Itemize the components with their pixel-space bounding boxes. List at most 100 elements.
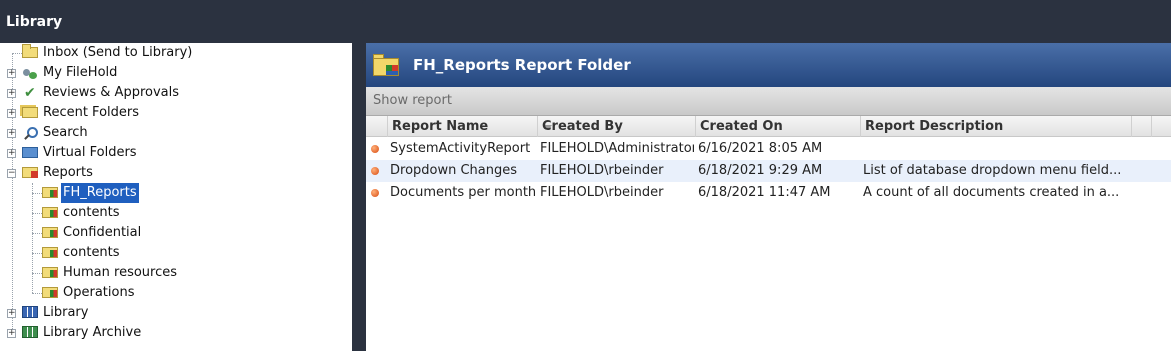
reviews-approvals-icon [22, 83, 38, 103]
tree-item-label: Virtual Folders [43, 145, 137, 160]
cell-created-by: FILEHOLD\rbeinder [540, 185, 664, 200]
tree-item-label: Reports [43, 165, 93, 180]
expand-toggle-icon[interactable]: + [7, 89, 16, 98]
tree-guide-line [32, 293, 42, 294]
report-status-icon [371, 145, 379, 153]
tree-item-fh-reports[interactable]: FH_Reports [42, 183, 139, 203]
my-filehold-icon [22, 65, 38, 81]
grid-header: Report Name Created By Created On Report… [366, 116, 1171, 137]
report-folder-icon [42, 227, 58, 238]
virtual-folders-icon [22, 147, 38, 158]
cell-created-on: 6/16/2021 8:05 AM [698, 141, 823, 156]
search-icon [22, 125, 38, 141]
column-header-label: Created By [542, 119, 623, 134]
inbox-folder-icon [22, 44, 38, 58]
tree-item-human-resources[interactable]: Human resources [42, 263, 179, 283]
folder-title: FH_Reports Report Folder [413, 56, 631, 74]
tree-item-label: Recent Folders [43, 105, 140, 120]
column-header-report-description[interactable]: Report Description [860, 116, 1131, 137]
cell-created-by: FILEHOLD\rbeinder [540, 163, 664, 178]
tree-guide-line [32, 233, 42, 234]
cell-report-name: Documents per month [390, 185, 536, 200]
report-folder-icon [42, 207, 58, 218]
report-folder-icon [42, 267, 58, 278]
cell-created-by: FILEHOLD\Administrator [540, 141, 694, 156]
tree-item-inbox[interactable]: Inbox (Send to Library) [22, 43, 194, 63]
report-folder-icon [42, 287, 58, 298]
tree-item-label: Reviews & Approvals [43, 85, 180, 100]
column-header-report-name[interactable]: Report Name [387, 116, 552, 137]
library-archive-icon [22, 326, 38, 338]
cell-created-on: 6/18/2021 11:47 AM [698, 185, 831, 200]
tree-item-label: Search [43, 125, 88, 140]
cell-report-name: Dropdown Changes [390, 163, 518, 178]
recent-folders-icon [22, 107, 38, 118]
library-pane-title: Library [6, 14, 63, 30]
collapse-toggle-icon[interactable]: − [7, 169, 16, 178]
folder-header: FH_Reports Report Folder [366, 43, 1171, 87]
report-status-icon [371, 189, 379, 197]
column-header-created-by[interactable]: Created By [537, 116, 695, 137]
toolbar: Show report [366, 87, 1171, 116]
tree-item-reports[interactable]: Reports [22, 163, 95, 183]
tree-item-library[interactable]: Library [22, 303, 90, 323]
tree-item-label: Library [43, 305, 89, 320]
report-status-icon [371, 167, 379, 175]
app-window: Library Inbox (Send to Library) + My Fil… [0, 0, 1171, 351]
tree-item-contents[interactable]: contents [42, 243, 122, 263]
tree-item-label: contents [63, 205, 120, 220]
reports-icon [22, 167, 38, 178]
table-row[interactable]: SystemActivityReport FILEHOLD\Administra… [366, 138, 1171, 160]
tree-item-label: Human resources [63, 265, 178, 280]
expand-toggle-icon[interactable]: + [7, 69, 16, 78]
show-report-button[interactable]: Show report [373, 93, 452, 108]
expand-toggle-icon[interactable]: + [7, 129, 16, 138]
tree-item-contents[interactable]: contents [42, 203, 122, 223]
expand-toggle-icon[interactable]: + [7, 309, 16, 318]
tree-item-search[interactable]: Search [22, 123, 90, 143]
tree-item-label: Confidential [63, 225, 142, 240]
report-folder-icon [42, 247, 58, 258]
tree-item-label: Library Archive [43, 325, 142, 340]
expand-toggle-icon[interactable]: + [7, 109, 16, 118]
tree-item-virtual-folders[interactable]: Virtual Folders [22, 143, 139, 163]
table-row[interactable]: Documents per month FILEHOLD\rbeinder 6/… [366, 182, 1171, 204]
tree-guide-line [32, 253, 42, 254]
cell-created-on: 6/18/2021 9:29 AM [698, 163, 823, 178]
column-header-spacer [1151, 116, 1171, 137]
column-header-spacer [1131, 116, 1151, 137]
tree-guide-line [12, 53, 22, 54]
tree-item-confidential[interactable]: Confidential [42, 223, 143, 243]
cell-report-name: SystemActivityReport [390, 141, 531, 156]
cell-report-description: A count of all documents created in a... [863, 185, 1120, 200]
report-folder-view: FH_Reports Report Folder Show report Rep… [366, 43, 1171, 351]
column-header-label: Created On [700, 119, 783, 134]
expand-toggle-icon[interactable]: + [7, 329, 16, 338]
tree-item-reviews-approvals[interactable]: Reviews & Approvals [22, 83, 181, 103]
library-icon [22, 306, 38, 318]
tree-item-label: Inbox (Send to Library) [43, 45, 193, 60]
tree-item-my-filehold[interactable]: My FileHold [22, 63, 119, 83]
report-folder-icon [373, 54, 401, 76]
content-pane: FH_Reports Report Folder Show report Rep… [362, 0, 1171, 351]
tree-guide-line [32, 213, 42, 214]
tree-item-label: contents [63, 245, 120, 260]
tree-guide-line [32, 193, 42, 194]
column-header-label: Report Name [392, 119, 489, 134]
tree-item-label: My FileHold [43, 65, 118, 80]
column-header-label: Report Description [865, 119, 1004, 134]
tree-item-label: FH_Reports [61, 183, 139, 203]
library-pane: Library Inbox (Send to Library) + My Fil… [0, 0, 356, 351]
expand-toggle-icon[interactable]: + [7, 149, 16, 158]
tree-guide-line [32, 183, 33, 293]
cell-report-description: List of database dropdown menu field... [863, 163, 1122, 178]
report-folder-icon [42, 187, 58, 198]
tree-guide-line [32, 273, 42, 274]
tree-item-label: Operations [63, 285, 135, 300]
column-header-created-on[interactable]: Created On [695, 116, 860, 137]
tree-item-recent-folders[interactable]: Recent Folders [22, 103, 141, 123]
table-row[interactable]: Dropdown Changes FILEHOLD\rbeinder 6/18/… [366, 160, 1171, 182]
tree-item-library-archive[interactable]: Library Archive [22, 323, 143, 343]
library-tree: Inbox (Send to Library) + My FileHold + … [0, 43, 352, 351]
tree-item-operations[interactable]: Operations [42, 283, 136, 303]
